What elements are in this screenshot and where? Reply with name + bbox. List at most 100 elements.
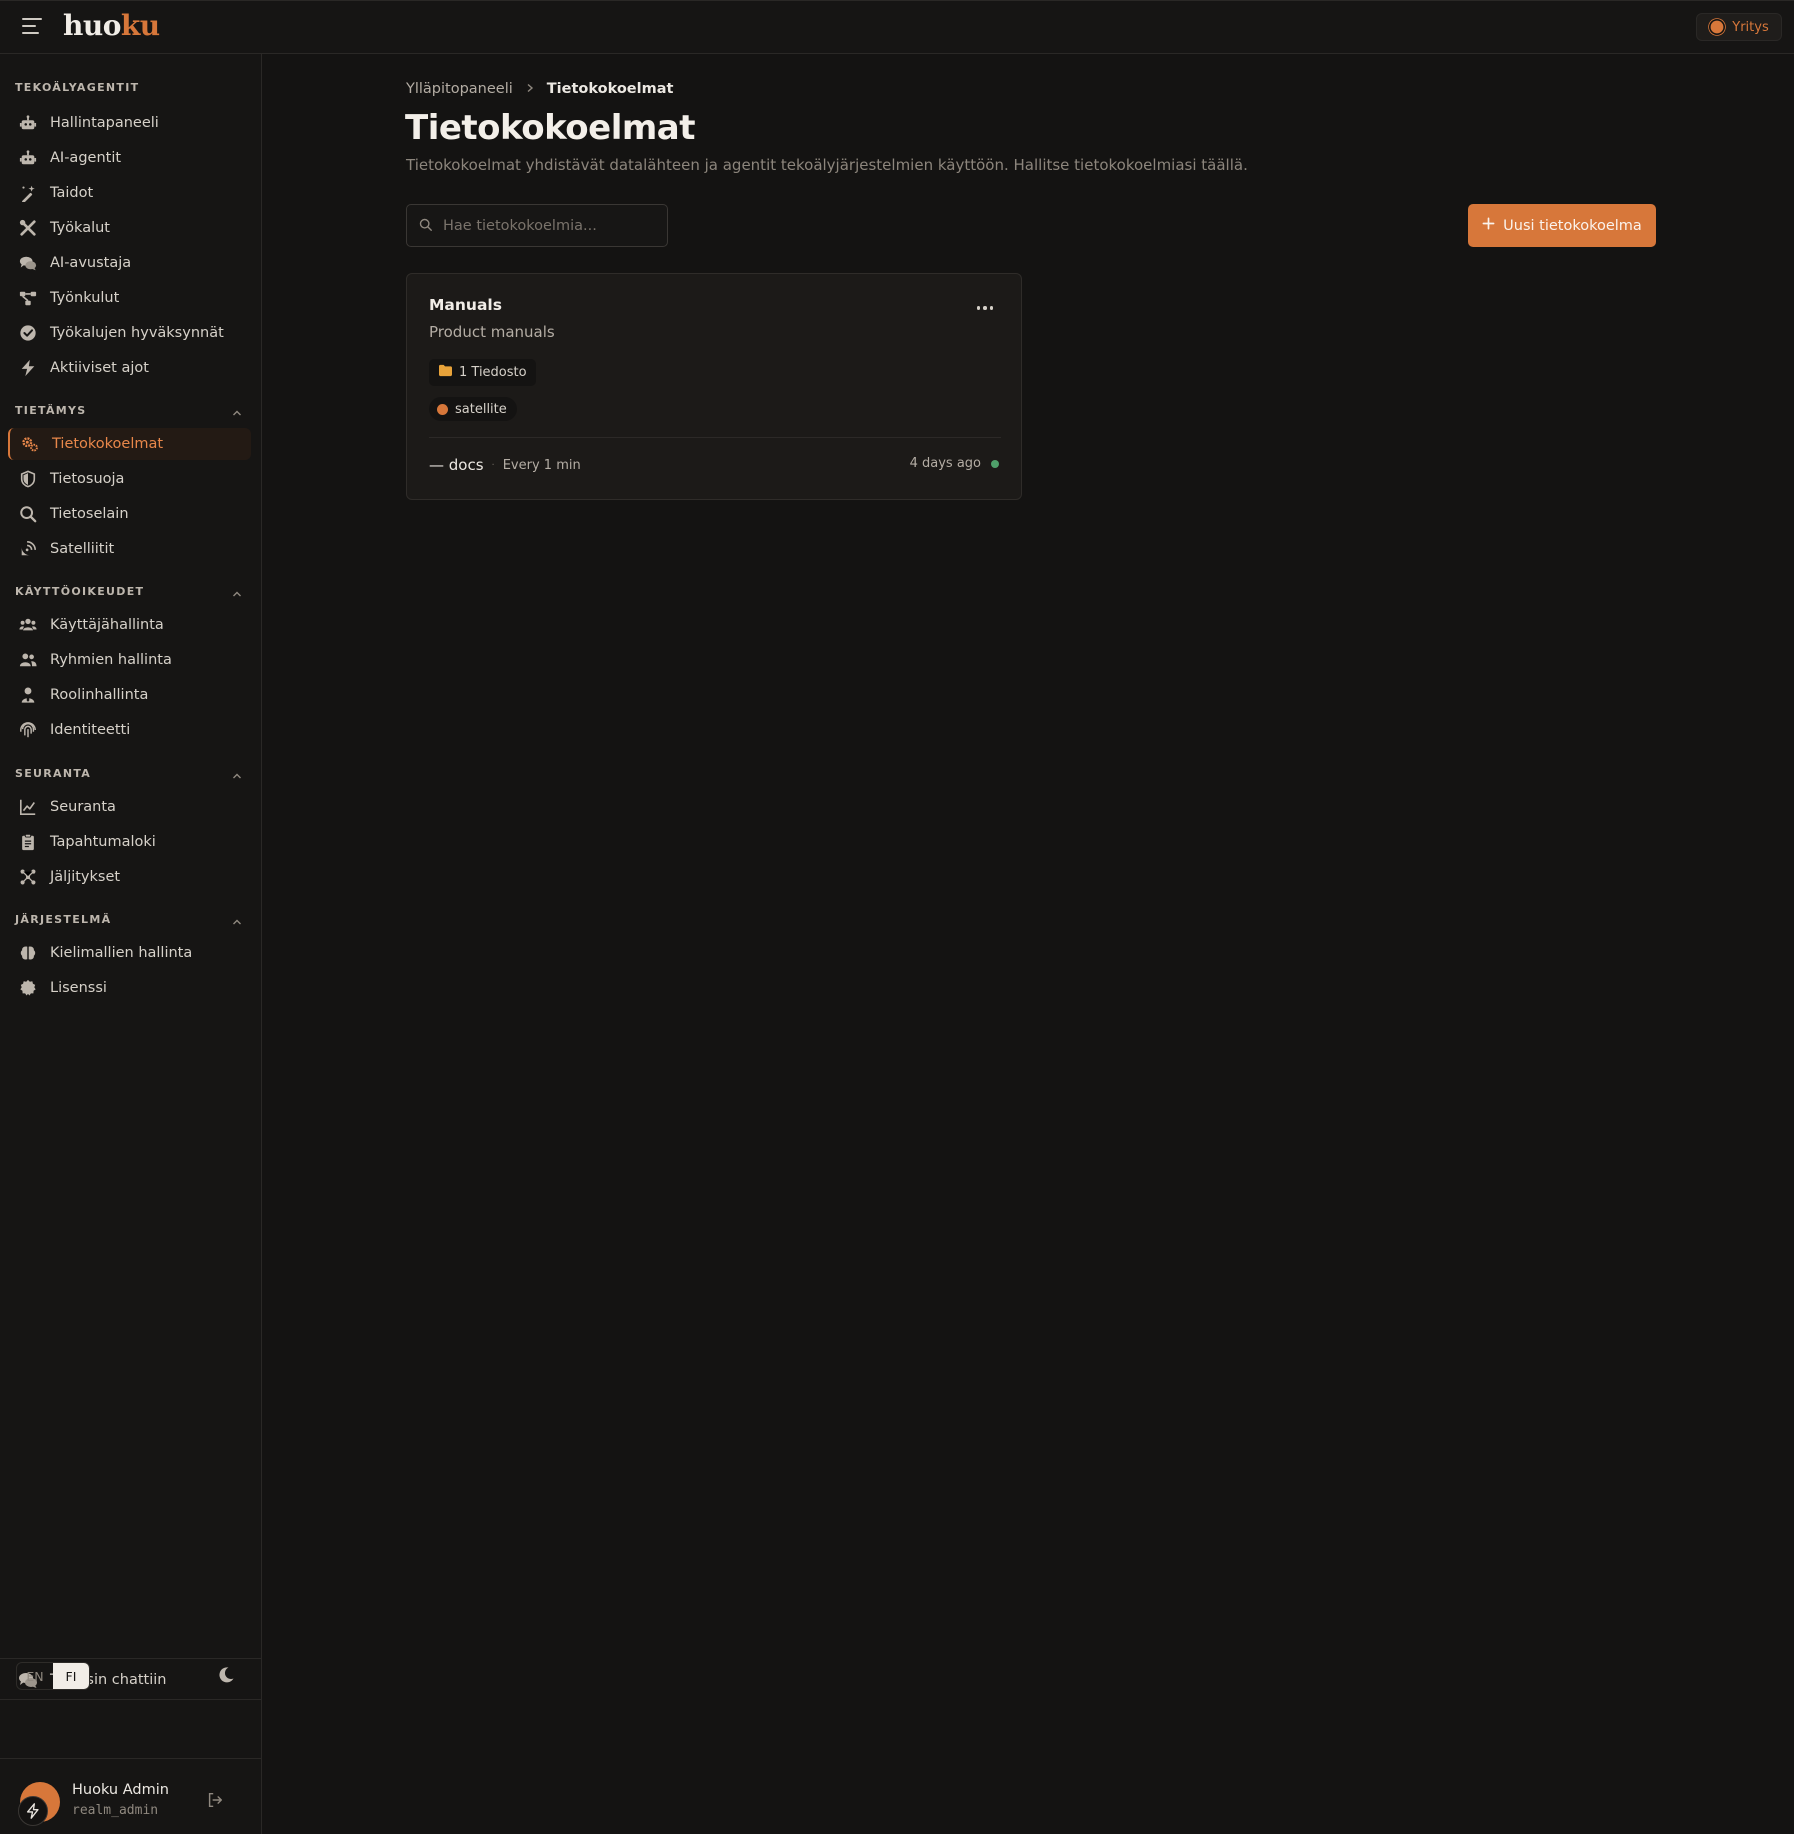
- sidebar-item-label: Aktiiviset ajot: [50, 360, 149, 376]
- collapse-chevron-icon[interactable]: [232, 767, 242, 779]
- new-collection-label: Uusi tietokokoelma: [1503, 217, 1642, 234]
- search-icon: [419, 218, 435, 234]
- sidebar-item-label: Tietoselain: [50, 506, 129, 522]
- avatar[interactable]: [18, 1782, 60, 1826]
- certificate-icon: [18, 978, 38, 998]
- sidebar-item-label: AI-avustaja: [50, 255, 132, 271]
- robot-icon: [18, 113, 38, 133]
- sidebar-item-event-log[interactable]: Tapahtumaloki: [8, 826, 251, 858]
- sidebar-item-skills[interactable]: Taidot: [8, 177, 251, 209]
- logo-text-1: huo: [63, 9, 121, 42]
- workflow-icon: [18, 288, 38, 308]
- menu-icon[interactable]: [22, 18, 42, 36]
- sidebar-item-tool-approvals[interactable]: Työkalujen hyväksynnät: [8, 317, 251, 349]
- fingerprint-icon: [18, 720, 38, 740]
- sidebar-item-role-management[interactable]: Roolinhallinta: [8, 679, 251, 711]
- collapse-chevron-icon[interactable]: [232, 404, 242, 416]
- card-divider: [429, 437, 1001, 438]
- sidebar-item-license[interactable]: Lisenssi: [8, 972, 251, 1004]
- section-title-agents: TEKOÄLYAGENTIT: [15, 81, 140, 94]
- org-badge[interactable]: Yritys: [1696, 13, 1782, 41]
- check-circle-icon: [18, 323, 38, 343]
- sidebar-item-label: Identiteetti: [50, 722, 131, 738]
- sidebar-item-ai-agents[interactable]: AI-agentit: [8, 142, 251, 174]
- language-switch[interactable]: EN FI: [16, 1662, 90, 1690]
- search-field[interactable]: [406, 204, 668, 247]
- user-group-icon: [18, 650, 38, 670]
- sidebar-item-group-management[interactable]: Ryhmien hallinta: [8, 644, 251, 676]
- sidebar-item-tools[interactable]: Työkalut: [8, 212, 251, 244]
- section-title-monitoring: SEURANTA: [15, 767, 92, 780]
- sidebar-item-label: Jäljitykset: [50, 869, 121, 885]
- sidebar-item-workflows[interactable]: Työnkulut: [8, 282, 251, 314]
- sidebar-item-dashboard[interactable]: Hallintapaneeli: [8, 107, 251, 139]
- files-count-chip: 1 Tiedosto: [429, 359, 536, 386]
- network-icon: [18, 867, 38, 887]
- sidebar-item-monitoring[interactable]: Seuranta: [8, 791, 251, 823]
- sidebar-item-collections[interactable]: Tietokokoelmat: [8, 428, 251, 460]
- card-subtitle: Product manuals: [429, 323, 555, 341]
- source-name: — docs: [429, 456, 484, 474]
- sidebar-item-label: Työkalujen hyväksynnät: [50, 325, 224, 341]
- sidebar-item-identity[interactable]: Identiteetti: [8, 714, 251, 746]
- bolt-icon: [18, 358, 38, 378]
- sidebar-item-label: Tapahtumaloki: [50, 834, 156, 850]
- search-input[interactable]: [443, 217, 643, 234]
- collection-card[interactable]: Manuals Product manuals 1 Tiedosto satel…: [406, 273, 1022, 500]
- user-name: Huoku Admin: [72, 1782, 169, 1798]
- breadcrumb-parent-link[interactable]: Ylläpitopaneeli: [406, 81, 513, 97]
- files-count-label: 1 Tiedosto: [459, 365, 527, 380]
- new-collection-button[interactable]: Uusi tietokokoelma: [1468, 204, 1656, 247]
- sidebar-item-data-browser[interactable]: Tietoselain: [8, 498, 251, 530]
- badge-icon: [1710, 20, 1724, 34]
- collapse-chevron-icon[interactable]: [232, 585, 242, 597]
- theme-toggle-moon-icon[interactable]: [216, 1665, 236, 1685]
- sidebar-item-label: Taidot: [50, 185, 94, 201]
- section-title-system: JÄRJESTELMÄ: [15, 913, 112, 926]
- clipboard-icon: [18, 832, 38, 852]
- sidebar-item-model-management[interactable]: Kielimallien hallinta: [8, 937, 251, 969]
- section-title-permissions: KÄYTTÖOIKEUDET: [15, 585, 145, 598]
- logout-icon[interactable]: [206, 1791, 226, 1811]
- satellite-label: satellite: [455, 401, 507, 417]
- sidebar-item-label: Käyttäjähallinta: [50, 617, 164, 633]
- sidebar-item-traces[interactable]: Jäljitykset: [8, 861, 251, 893]
- sidebar-item-user-management[interactable]: Käyttäjähallinta: [8, 609, 251, 641]
- sidebar-item-satellites[interactable]: Satelliitit: [8, 533, 251, 565]
- satellite-dish-icon: [18, 539, 38, 559]
- sidebar: TEKOÄLYAGENTIT Hallintapaneeli AI-agenti…: [0, 54, 262, 1834]
- user-role: realm_admin: [72, 1803, 159, 1818]
- collapse-chevron-icon[interactable]: [232, 913, 242, 925]
- sidebar-item-label: AI-agentit: [50, 150, 122, 166]
- lang-fi-option[interactable]: FI: [53, 1663, 89, 1689]
- lang-en-option[interactable]: EN: [17, 1663, 53, 1689]
- search-icon: [18, 504, 38, 524]
- sidebar-item-label: Tietosuoja: [50, 471, 125, 487]
- bolt-icon: [18, 1796, 48, 1826]
- separator: ·: [491, 459, 495, 471]
- org-label: Yritys: [1732, 19, 1769, 35]
- sidebar-item-data-protection[interactable]: Tietosuoja: [8, 463, 251, 495]
- chat-bubbles-icon: [18, 253, 38, 273]
- brain-icon: [18, 943, 38, 963]
- satellite-chip: satellite: [429, 397, 517, 421]
- sidebar-item-label: Roolinhallinta: [50, 687, 149, 703]
- more-options-icon[interactable]: [973, 300, 997, 316]
- last-sync-time: 4 days ago: [909, 456, 981, 471]
- sidebar-item-label: Työnkulut: [50, 290, 120, 306]
- sidebar-item-label: Lisenssi: [50, 980, 107, 996]
- page-description: Tietokokoelmat yhdistävät datalähteen ja…: [406, 156, 1248, 174]
- robot-icon: [18, 148, 38, 168]
- breadcrumb: Ylläpitopaneeli Tietokokoelmat: [406, 81, 673, 97]
- folder-icon: [438, 364, 453, 381]
- sidebar-item-ai-assistant[interactable]: AI-avustaja: [8, 247, 251, 279]
- sidebar-item-active-runs[interactable]: Aktiiviset ajot: [8, 352, 251, 384]
- sidebar-item-label: Satelliitit: [50, 541, 115, 557]
- tools-icon: [18, 218, 38, 238]
- logo[interactable]: huoku: [63, 9, 160, 42]
- sidebar-item-label: Seuranta: [50, 799, 116, 815]
- top-bar: huoku Yritys: [0, 0, 1794, 54]
- logo-text-2: ku: [120, 9, 160, 42]
- page-title: Tietokokoelmat: [405, 108, 695, 148]
- sync-frequency: Every 1 min: [502, 457, 581, 473]
